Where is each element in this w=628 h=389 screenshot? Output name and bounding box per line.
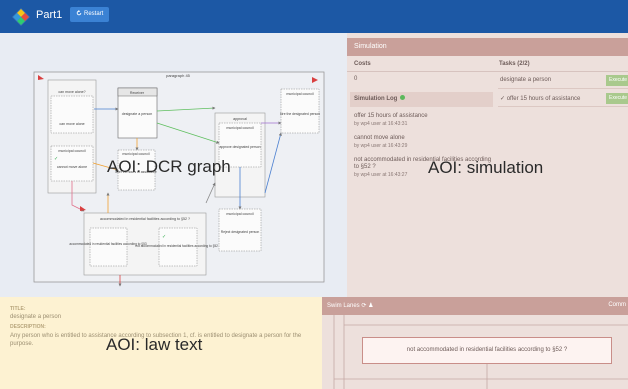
municipal-council-label-2: municipal council [122, 152, 150, 156]
aoi-simulation-label: AOI: simulation [428, 158, 544, 177]
municipal-council-label-4: municipal council [286, 92, 314, 96]
task-row: ✓ offer 15 hours of assistance Execute [498, 91, 628, 107]
simulation-log-header: Simulation Log [350, 92, 493, 107]
swim-lanes-header: Swim Lanes ⟳ ♟ Comm [322, 297, 628, 315]
log-meta: by wp4 user at 16:43:31 [354, 121, 408, 127]
log-message: cannot move alone [354, 135, 405, 141]
restart-icon [76, 10, 82, 16]
app-header: Part1 Restart [0, 0, 628, 33]
refresh-icon[interactable]: ⟳ [361, 303, 366, 309]
log-meta: by wp4 user at 16:43:29 [354, 143, 408, 149]
executed-check-icon: ✓ [54, 156, 58, 162]
law-description-key: DESCRIPTION: [10, 324, 46, 330]
approval-label: approval [233, 117, 247, 121]
not-accommodated-label: not accommodated in residential faciliti… [135, 244, 220, 248]
aoi-law-label: AOI: law text [106, 335, 203, 354]
simulation-divider [347, 71, 628, 72]
swim-lanes-label: Swim Lanes [327, 303, 360, 309]
restart-button[interactable]: Restart [70, 7, 110, 22]
restart-label: Restart [84, 11, 104, 17]
simulation-log-label: Simulation Log [354, 96, 398, 102]
executed-check-icon-2: ✓ [162, 234, 166, 240]
swim-lanes-panel: Swim Lanes ⟳ ♟ Comm not accommodated in … [322, 297, 628, 389]
execute-button[interactable]: Execute [606, 93, 628, 104]
municipal-council-label-5: municipal council [226, 212, 254, 216]
hire-designated-label: hire the designated person [280, 112, 320, 116]
log-entry: offer 15 hours of assistance by wp4 user… [354, 113, 493, 127]
swim-lanes-tab[interactable]: Swim Lanes ⟳ ♟ [327, 302, 373, 309]
can-move-alone-event[interactable] [50, 95, 94, 134]
costs-value: 0 [354, 76, 358, 82]
app-title: Part1 [36, 9, 63, 21]
tasks-header: Tasks (2/2) [499, 61, 530, 67]
cannot-move-alone-label: cannot move alone [57, 165, 87, 169]
accommodated-event[interactable] [89, 227, 128, 267]
task-label: ✓ offer 15 hours of assistance [500, 96, 581, 102]
law-title-key: TITLE: [10, 306, 26, 312]
approve-designated-label: approve designated person [219, 145, 260, 149]
log-message: offer 15 hours of assistance [354, 113, 428, 119]
app-logo-icon [12, 8, 30, 26]
can-move-alone-group-label: can move alone? [58, 90, 85, 94]
execute-button[interactable]: Execute [606, 75, 628, 86]
accommodated-group-label: accommodated in residential facilities a… [100, 217, 190, 221]
person-icon[interactable]: ♟ [368, 303, 373, 309]
status-dot-icon [400, 95, 406, 100]
costs-header: Costs [354, 61, 371, 67]
municipal-council-label-1: municipal council [58, 149, 86, 153]
paragraph-label: paragraph 45 [166, 73, 191, 78]
task-label: designate a person [500, 77, 552, 83]
swim-lane-event[interactable]: not accommodated in residential faciliti… [362, 337, 612, 364]
comments-tab[interactable]: Comm [608, 302, 626, 308]
aoi-graph-label: AOI: DCR graph [107, 157, 231, 176]
reject-designated-label: Reject designated person [221, 230, 260, 234]
receiver-label: Receiver [130, 91, 145, 95]
task-row: designate a person Execute [498, 73, 628, 89]
simulation-title: Simulation [347, 38, 628, 56]
municipal-council-label-3: municipal council [226, 126, 254, 130]
log-entry: cannot move alone by wp4 user at 16:43:2… [354, 135, 493, 149]
law-title-value: designate a person [10, 314, 62, 320]
designate-person-label: designate a person [122, 112, 153, 116]
can-move-alone-label: can move alone [59, 122, 84, 126]
